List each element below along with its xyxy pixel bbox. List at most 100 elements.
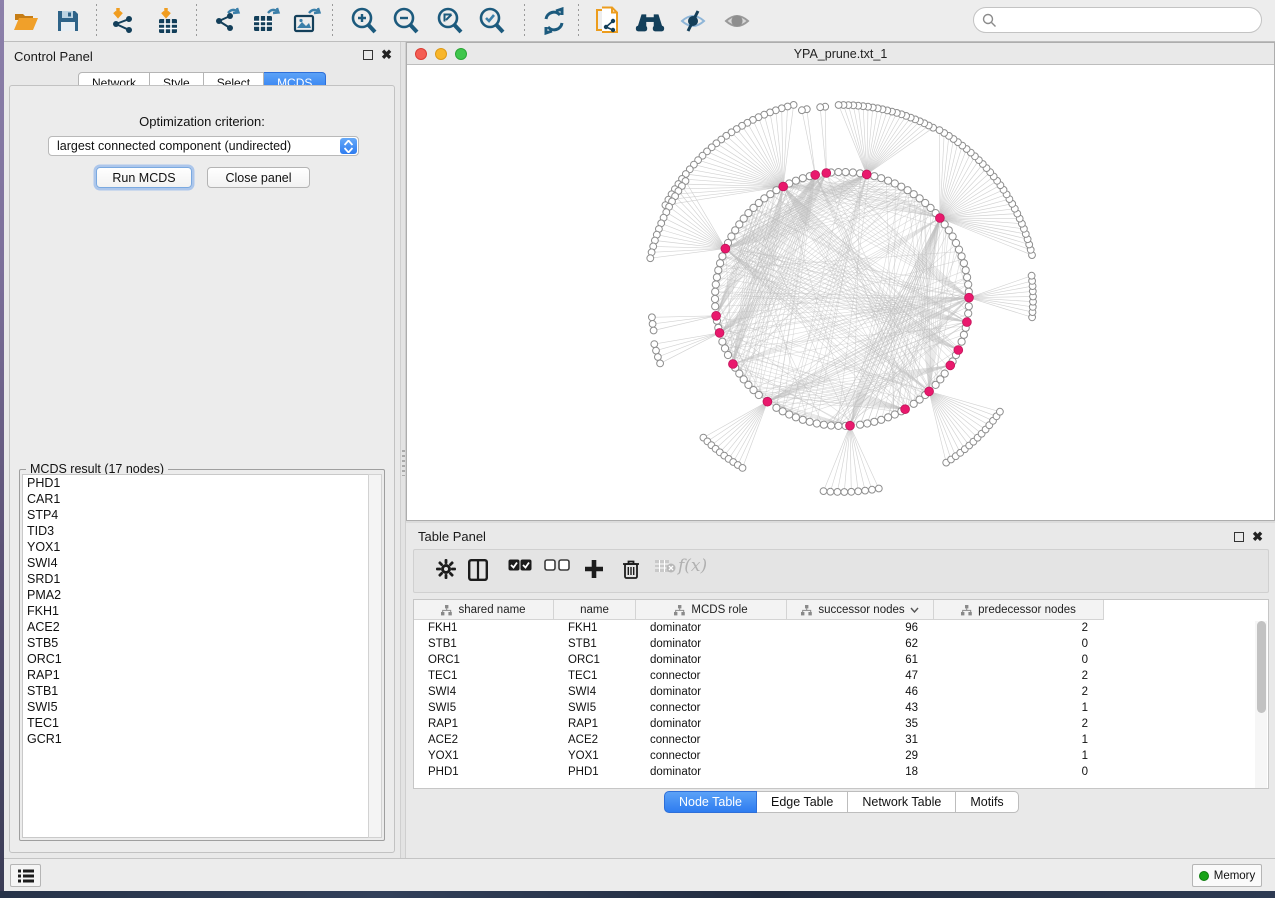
table-row[interactable]: STB1STB1dominator620	[414, 636, 1104, 652]
mcds-result-item[interactable]: YOX1	[23, 539, 368, 555]
table-cell[interactable]: STB1	[554, 636, 636, 652]
table-cell[interactable]: 61	[787, 652, 934, 668]
zoom-fit-icon[interactable]	[434, 6, 466, 36]
table-tab-edge-table[interactable]: Edge Table	[757, 791, 848, 813]
search-input[interactable]	[997, 13, 1261, 27]
network-window-titlebar[interactable]: YPA_prune.txt_1	[407, 43, 1274, 65]
mcds-result-item[interactable]: PMA2	[23, 587, 368, 603]
table-cell[interactable]: connector	[636, 748, 787, 764]
column-header-successor-nodes[interactable]: successor nodes	[787, 600, 934, 620]
table-cell[interactable]: YOX1	[554, 748, 636, 764]
table-cell[interactable]: SWI4	[554, 684, 636, 700]
mcds-result-item[interactable]: STB1	[23, 683, 368, 699]
optimization-criterion-select[interactable]: largest connected component (undirected)	[48, 136, 359, 156]
table-cell[interactable]: 0	[934, 764, 1104, 780]
table-cell[interactable]: 2	[934, 668, 1104, 684]
mcds-result-item[interactable]: STP4	[23, 507, 368, 523]
table-cell[interactable]: RAP1	[414, 716, 554, 732]
table-cell[interactable]: ORC1	[554, 652, 636, 668]
mcds-result-list[interactable]: PHD1CAR1STP4TID3YOX1SWI4SRD1PMA2FKH1ACE2…	[22, 474, 368, 838]
table-row[interactable]: SWI5SWI5connector431	[414, 700, 1104, 716]
table-cell[interactable]: dominator	[636, 620, 787, 636]
import-network-icon[interactable]	[108, 6, 140, 36]
table-cell[interactable]: 46	[787, 684, 934, 700]
run-mcds-button[interactable]: Run MCDS	[96, 167, 192, 188]
table-cell[interactable]: TEC1	[414, 668, 554, 684]
table-row[interactable]: TEC1TEC1connector472	[414, 668, 1104, 684]
table-cell[interactable]: FKH1	[414, 620, 554, 636]
mcds-result-item[interactable]: RAP1	[23, 667, 368, 683]
table-cell[interactable]: ACE2	[554, 732, 636, 748]
select-all-icon[interactable]	[508, 559, 532, 571]
table-cell[interactable]: 43	[787, 700, 934, 716]
hide-selected-eye-icon[interactable]	[678, 6, 710, 36]
search-box[interactable]	[973, 7, 1262, 33]
settings-gear-icon[interactable]	[436, 559, 456, 579]
table-cell[interactable]: 1	[934, 700, 1104, 716]
table-cell[interactable]: 2	[934, 620, 1104, 636]
split-view-icon[interactable]	[468, 559, 488, 581]
table-cell[interactable]: ORC1	[414, 652, 554, 668]
table-row[interactable]: SWI4SWI4dominator462	[414, 684, 1104, 700]
table-cell[interactable]: SWI4	[414, 684, 554, 700]
mcds-result-item[interactable]: STB5	[23, 635, 368, 651]
float-panel-icon[interactable]	[363, 50, 373, 60]
mcds-result-item[interactable]: FKH1	[23, 603, 368, 619]
float-panel-icon[interactable]	[1234, 532, 1244, 542]
table-cell[interactable]: PHD1	[554, 764, 636, 780]
table-row[interactable]: ORC1ORC1dominator610	[414, 652, 1104, 668]
export-image-icon[interactable]	[291, 6, 323, 36]
table-cell[interactable]: YOX1	[414, 748, 554, 764]
task-history-button[interactable]	[10, 864, 41, 887]
table-tab-node-table[interactable]: Node Table	[664, 791, 757, 813]
table-cell[interactable]: SWI5	[554, 700, 636, 716]
refresh-icon[interactable]	[538, 6, 570, 36]
mcds-result-item[interactable]: TID3	[23, 523, 368, 539]
table-cell[interactable]: dominator	[636, 652, 787, 668]
column-header-predecessor-nodes[interactable]: predecessor nodes	[934, 600, 1104, 620]
table-row[interactable]: PHD1PHD1dominator180	[414, 764, 1104, 780]
table-cell[interactable]: 2	[934, 716, 1104, 732]
table-cell[interactable]: 62	[787, 636, 934, 652]
delete-table-icon[interactable]	[654, 559, 676, 573]
search-network-binoculars-icon[interactable]	[634, 6, 666, 36]
table-cell[interactable]: 0	[934, 636, 1104, 652]
table-cell[interactable]: 2	[934, 684, 1104, 700]
show-hidden-eye-icon[interactable]	[722, 6, 754, 36]
table-row[interactable]: YOX1YOX1connector291	[414, 748, 1104, 764]
table-tab-motifs[interactable]: Motifs	[956, 791, 1018, 813]
table-cell[interactable]: 31	[787, 732, 934, 748]
column-header-name[interactable]: name	[554, 600, 636, 620]
delete-column-icon[interactable]	[622, 559, 640, 580]
network-canvas[interactable]	[407, 65, 1274, 520]
table-cell[interactable]: SWI5	[414, 700, 554, 716]
mcds-result-item[interactable]: CAR1	[23, 491, 368, 507]
table-cell[interactable]: TEC1	[554, 668, 636, 684]
mcds-result-item[interactable]: TEC1	[23, 715, 368, 731]
mcds-result-item[interactable]: SRD1	[23, 571, 368, 587]
table-cell[interactable]: dominator	[636, 684, 787, 700]
mcds-list-scrollbar[interactable]	[368, 474, 382, 838]
table-row[interactable]: RAP1RAP1dominator352	[414, 716, 1104, 732]
zoom-in-icon[interactable]	[348, 6, 380, 36]
table-cell[interactable]: 35	[787, 716, 934, 732]
memory-button[interactable]: Memory	[1192, 864, 1262, 887]
table-cell[interactable]: 29	[787, 748, 934, 764]
zoom-out-icon[interactable]	[390, 6, 422, 36]
table-cell[interactable]: 96	[787, 620, 934, 636]
mcds-result-item[interactable]: SWI5	[23, 699, 368, 715]
table-cell[interactable]: 18	[787, 764, 934, 780]
table-cell[interactable]: connector	[636, 668, 787, 684]
table-cell[interactable]: STB1	[414, 636, 554, 652]
save-session-icon[interactable]	[52, 6, 84, 36]
table-cell[interactable]: PHD1	[414, 764, 554, 780]
table-row[interactable]: ACE2ACE2connector311	[414, 732, 1104, 748]
table-cell[interactable]: connector	[636, 732, 787, 748]
table-tab-network-table[interactable]: Network Table	[848, 791, 956, 813]
close-panel-icon[interactable]: ✖	[381, 50, 392, 60]
deselect-all-icon[interactable]	[544, 559, 570, 571]
table-cell[interactable]: FKH1	[554, 620, 636, 636]
add-column-icon[interactable]	[584, 559, 604, 579]
table-cell[interactable]: 47	[787, 668, 934, 684]
table-cell[interactable]: 1	[934, 748, 1104, 764]
